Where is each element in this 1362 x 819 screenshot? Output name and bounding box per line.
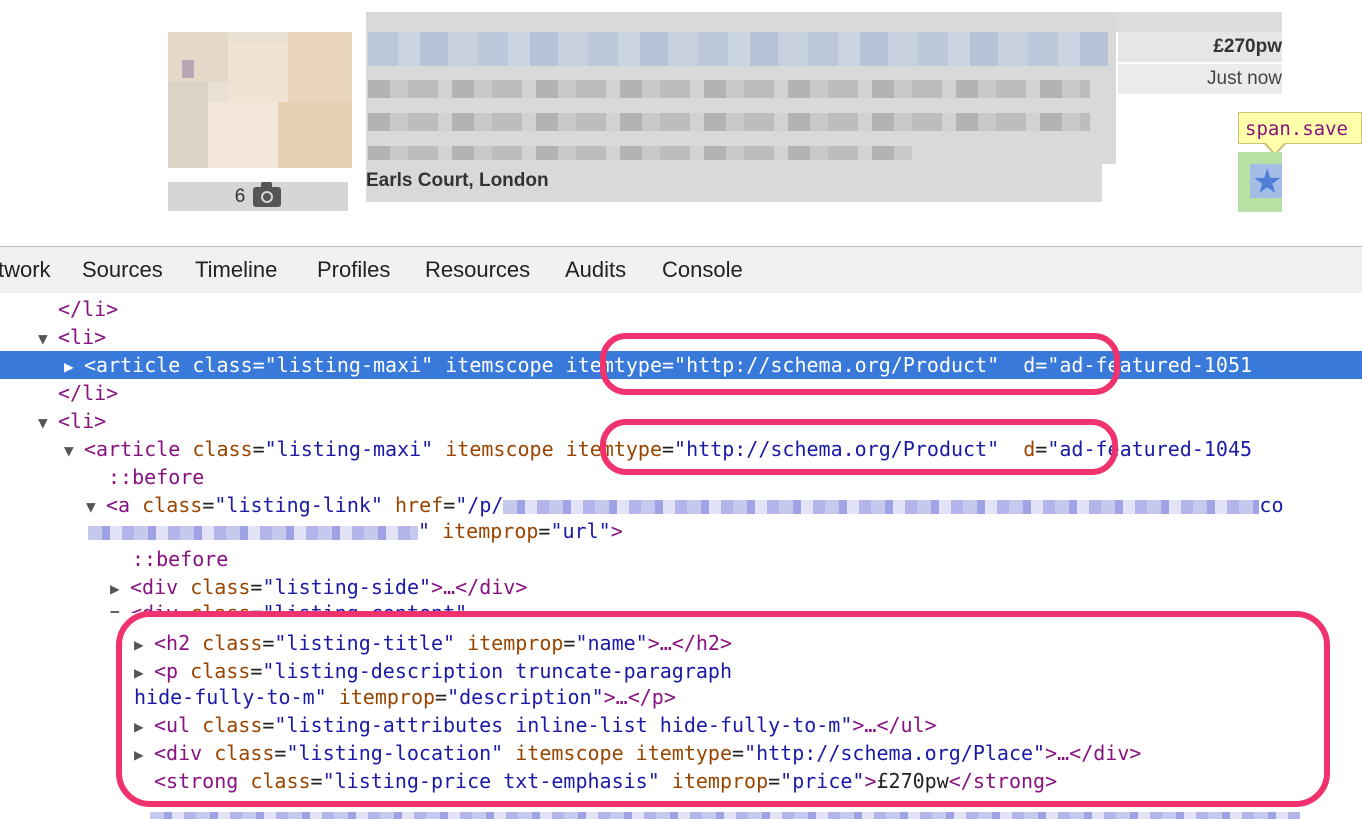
attr-equals: = [202, 493, 215, 517]
tab-network[interactable]: twork [0, 257, 51, 283]
tag-text: > [610, 519, 623, 543]
elements-tree: </li> ▼ <li> ▶ <article class="listing-max… [0, 293, 1362, 819]
attr-value: "/p/ [455, 493, 504, 517]
attr-value: "listing-link" [214, 493, 383, 517]
collapse-triangle-icon[interactable]: ▼ [110, 601, 130, 613]
collapse-triangle-icon[interactable]: ▼ [38, 325, 58, 353]
attr-name: itemscope [433, 353, 554, 377]
attr-equals: = [443, 493, 456, 517]
listing-preview: 6 Earls Court, London £270pw Just now sp… [0, 0, 1362, 246]
attr-value: "listing-side" [262, 575, 432, 599]
attr-name: itemprop [430, 519, 539, 543]
attr-name: class [178, 575, 251, 599]
listing-price: £270pw [1118, 32, 1282, 62]
listing-posted-time: Just now [1118, 64, 1282, 94]
attr-name: itemscope [433, 437, 554, 461]
blurred-href [88, 525, 418, 540]
tag-text: <li> [58, 409, 107, 433]
tag-text: <article [84, 437, 181, 461]
attr-equals: = [252, 353, 265, 377]
attr-equals: = [538, 519, 551, 543]
pseudo-element: ::before [132, 547, 229, 571]
tag-text: <div [130, 575, 179, 599]
tab-resources[interactable]: Resources [425, 257, 530, 283]
photo-count-bar[interactable]: 6 [168, 181, 348, 211]
listing-description-blurred-2 [368, 113, 1090, 131]
listing-thumbnail[interactable] [168, 32, 352, 168]
attr-value: "listing-maxi" [264, 437, 434, 461]
attr-name: class [180, 353, 253, 377]
annotation-ring-itemtype-2 [600, 419, 1118, 475]
attr-name: class [180, 437, 253, 461]
attr-value: " [418, 519, 431, 543]
attr-name: href [382, 493, 444, 517]
tab-profiles[interactable]: Profiles [317, 257, 390, 283]
listing-description-blurred-1 [368, 80, 1090, 98]
tab-audits[interactable]: Audits [565, 257, 626, 283]
devtools-tab-bar: twork Sources Timeline Profiles Resource… [0, 246, 1362, 294]
tag-text: >…</div> [431, 575, 528, 599]
dom-node-a-continued[interactable]: " itemprop="url"> [0, 517, 1362, 545]
tab-timeline[interactable]: Timeline [195, 257, 277, 283]
tag-text: <a [106, 493, 131, 517]
listing-title-blurred[interactable] [368, 32, 1108, 66]
collapse-triangle-icon[interactable]: ▼ [38, 409, 58, 437]
dom-pseudo-before[interactable]: ::before [0, 545, 1362, 573]
photo-count: 6 [234, 185, 246, 207]
tag-text: <article [84, 353, 181, 377]
attr-equals: = [250, 575, 263, 599]
listing-meta-strip [1116, 12, 1282, 32]
tab-sources[interactable]: Sources [82, 257, 163, 283]
attr-equals: = [252, 437, 265, 461]
camera-icon [253, 181, 282, 207]
tag-text: </li> [58, 381, 119, 405]
star-icon[interactable]: ★ [1252, 162, 1282, 202]
expand-triangle-icon[interactable]: ▶ [64, 353, 84, 381]
attr-name: class [130, 493, 203, 517]
tab-console[interactable]: Console [662, 257, 743, 283]
attr-value: co [1259, 493, 1284, 517]
element-inspector-tooltip: span.save [1238, 112, 1362, 144]
listing-attributes-blurred [368, 146, 912, 160]
dom-node-div-listing-side[interactable]: ▶ <div class="listing-side">…</div> [0, 573, 1362, 601]
tag-text: </li> [58, 297, 119, 321]
listing-location: Earls Court, London [366, 170, 549, 191]
annotation-ring-listing-content [116, 611, 1330, 807]
tag-text: <li> [58, 325, 107, 349]
collapse-triangle-icon[interactable]: ▼ [64, 437, 84, 465]
dom-node-li-close[interactable]: </li> [0, 295, 1362, 323]
blurred-text [150, 811, 1300, 819]
annotation-ring-itemtype-1 [600, 333, 1120, 395]
pseudo-element: ::before [108, 465, 205, 489]
attr-value: "url" [550, 519, 611, 543]
attr-value: "listing-maxi" [264, 353, 434, 377]
dom-node-a[interactable]: ▼ <a class="listing-link" href="/p/co [0, 491, 1362, 519]
blurred-href [503, 499, 1260, 514]
